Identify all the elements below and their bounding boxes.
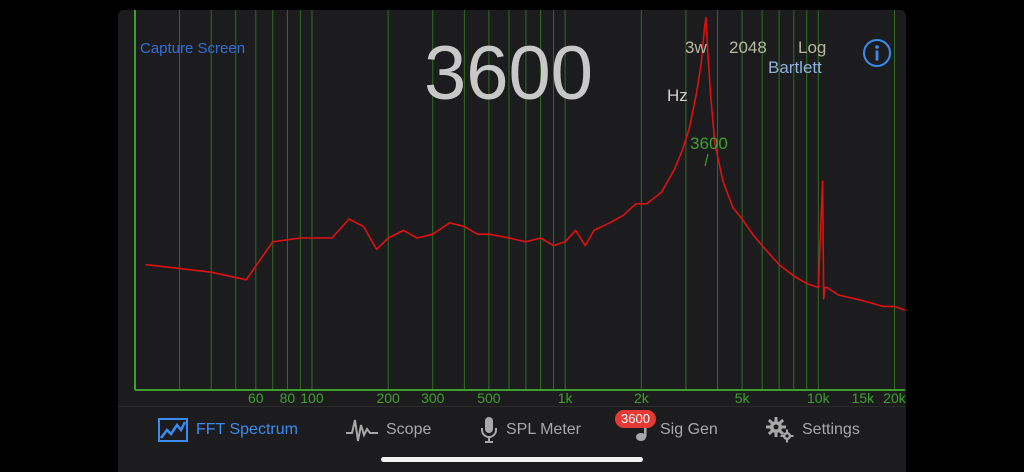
x-tick-label: 100	[300, 390, 324, 406]
x-tick-label: 300	[421, 390, 445, 406]
peak-annotation-label: 3600	[690, 134, 728, 153]
tab-label: FFT Spectrum	[196, 421, 298, 438]
x-tick-label: 80	[280, 390, 296, 406]
x-tick-label: 20k	[883, 390, 907, 406]
microphone-icon	[481, 417, 497, 443]
tab-bar: FFT Spectrum Scope SPL Meter Sig Gen Set…	[118, 406, 906, 453]
tab-label: SPL Meter	[506, 421, 581, 438]
window-function-setting[interactable]: Bartlett	[768, 58, 822, 78]
capture-screen-link[interactable]: Capture Screen	[140, 40, 245, 57]
tab-spl-meter[interactable]: SPL Meter	[480, 407, 581, 453]
x-tick-label: 5k	[735, 390, 751, 406]
scale-setting[interactable]: Log	[798, 38, 826, 58]
info-icon[interactable]	[862, 38, 892, 68]
x-tick-label: 500	[477, 390, 501, 406]
tab-label: Scope	[386, 421, 432, 438]
x-tick-label: 1k	[558, 390, 574, 406]
x-tick-label: 200	[376, 390, 400, 406]
tab-scope[interactable]: Scope	[346, 407, 431, 453]
x-tick-label: 2k	[634, 390, 650, 406]
averaging-setting[interactable]: 3w	[685, 38, 707, 58]
tab-fft-spectrum[interactable]: FFT Spectrum	[158, 407, 298, 453]
gear-icon	[766, 417, 794, 443]
waveform-icon	[346, 419, 378, 442]
tab-label: Sig Gen	[660, 421, 718, 438]
x-tick-label: 60	[248, 390, 264, 406]
peak-frequency-readout: 3600	[424, 31, 594, 116]
x-tick-label: 15k	[852, 390, 876, 406]
x-tick-label: 10k	[807, 390, 831, 406]
frequency-unit: Hz	[667, 86, 688, 105]
spectrum-icon	[158, 418, 188, 442]
fft-size-setting[interactable]: 2048	[729, 38, 767, 58]
peak-annotation-pointer	[704, 153, 709, 167]
sig-gen-badge: 3600	[615, 410, 656, 428]
tab-label: Settings	[802, 421, 860, 438]
home-indicator[interactable]	[381, 457, 643, 462]
tab-settings[interactable]: Settings	[766, 407, 860, 453]
